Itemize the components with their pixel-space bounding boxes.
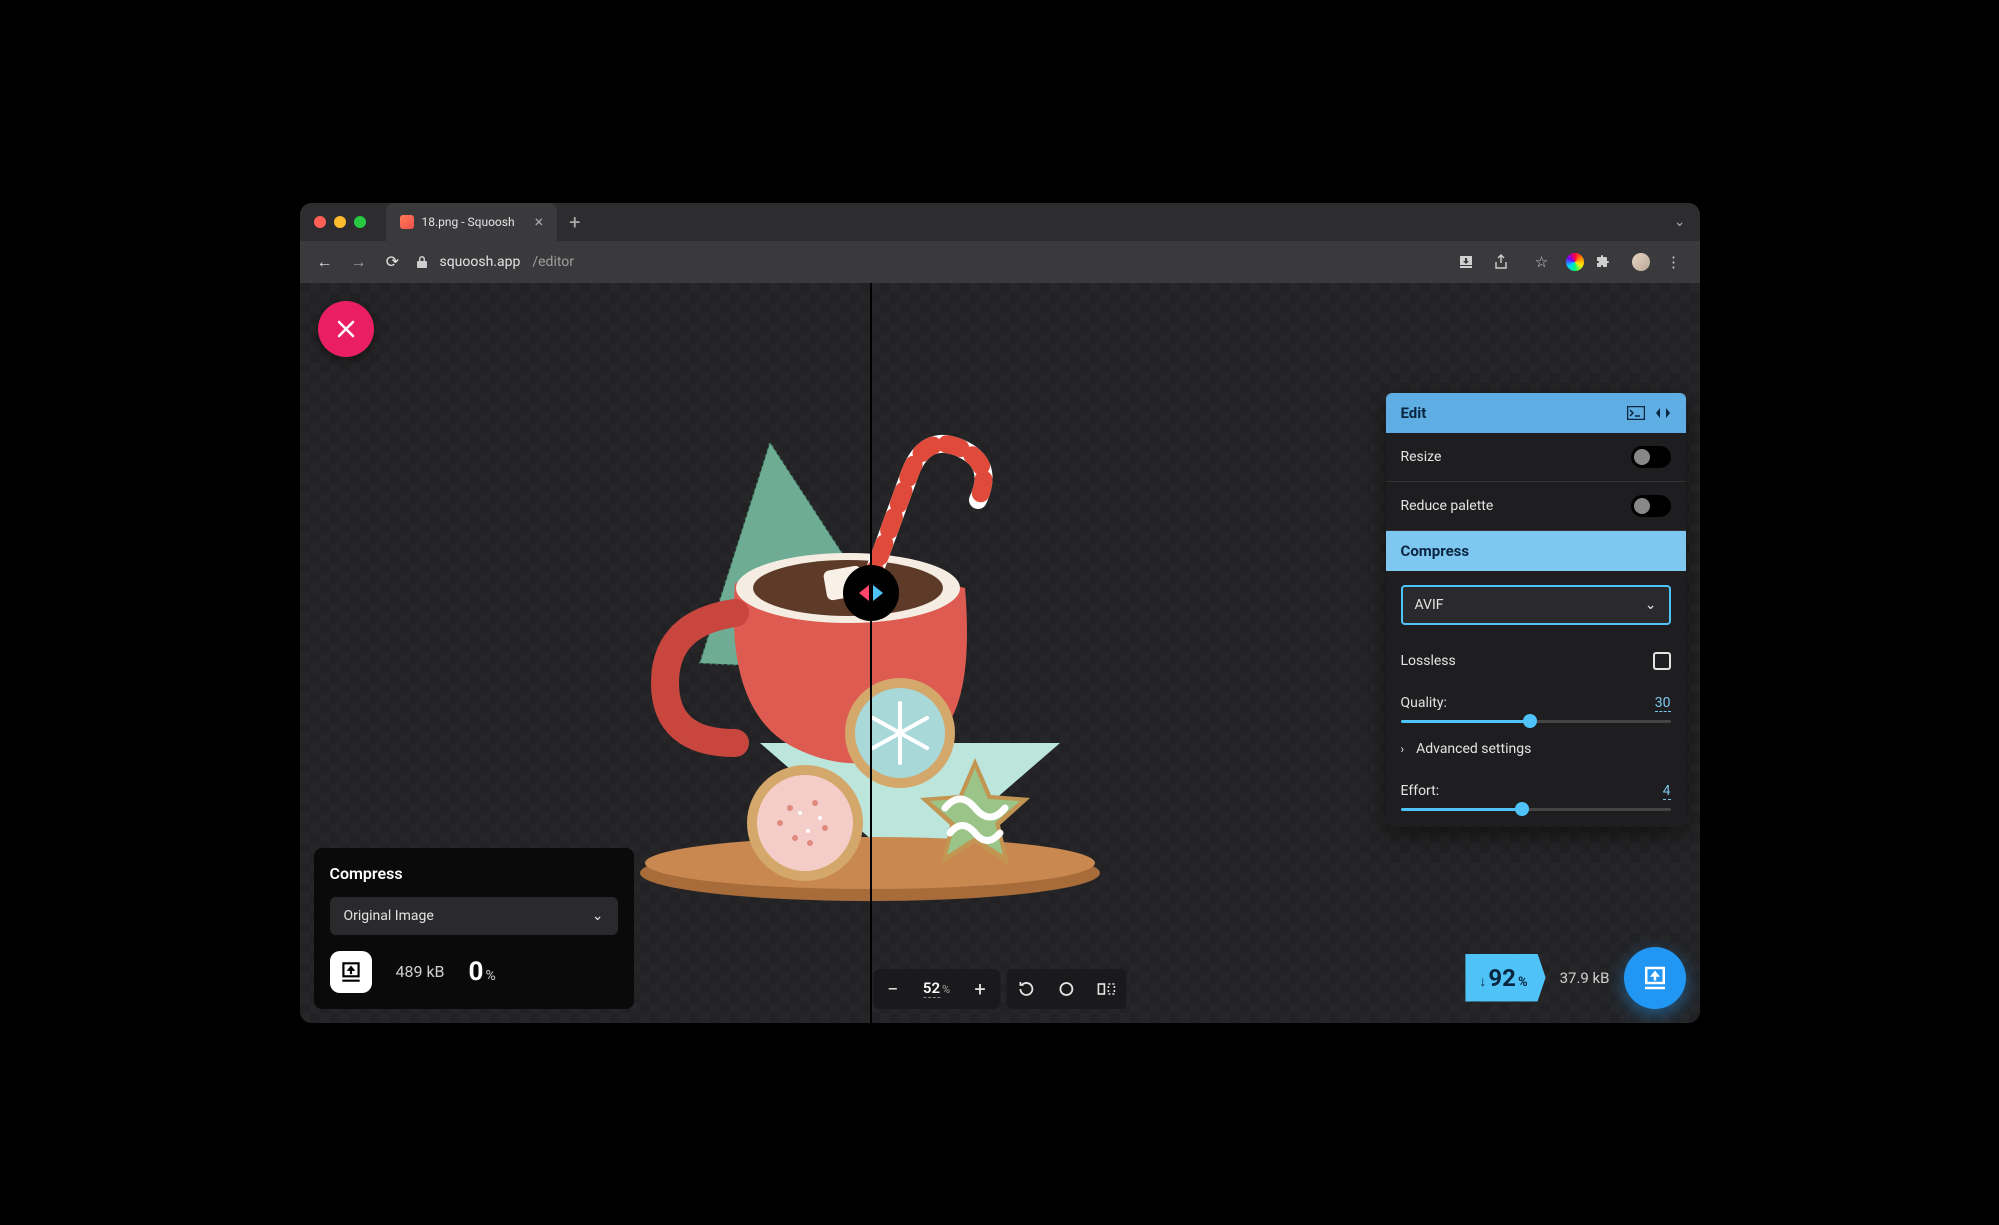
left-format-select[interactable]: Original Image ⌄ bbox=[330, 897, 618, 935]
install-app-icon[interactable] bbox=[1458, 254, 1482, 270]
reduce-palette-toggle[interactable] bbox=[1631, 495, 1671, 517]
zoom-group: − 52% + bbox=[873, 969, 1000, 1009]
flip-button[interactable] bbox=[1086, 969, 1126, 1009]
comparison-divider[interactable] bbox=[870, 283, 872, 1023]
minimize-window-button[interactable] bbox=[334, 216, 346, 228]
arrow-down-icon: ↓ bbox=[1479, 973, 1486, 990]
quality-label: Quality: bbox=[1401, 695, 1447, 712]
advanced-settings-toggle[interactable]: › Advanced settings bbox=[1386, 727, 1686, 771]
transform-group bbox=[1006, 969, 1126, 1009]
browser-menu-icon[interactable]: ⋮ bbox=[1662, 253, 1686, 271]
quality-value[interactable]: 30 bbox=[1655, 695, 1671, 712]
download-left-button[interactable] bbox=[330, 951, 372, 993]
right-format-select[interactable]: AVIF ⌄ bbox=[1401, 585, 1671, 625]
compress-section-header: Compress bbox=[1386, 531, 1686, 571]
effort-slider[interactable] bbox=[1401, 808, 1671, 811]
forward-button[interactable]: → bbox=[348, 252, 370, 272]
edit-section-header: Edit bbox=[1386, 393, 1686, 433]
right-file-size: 37.9 kB bbox=[1560, 969, 1610, 987]
lossless-checkbox[interactable] bbox=[1653, 652, 1671, 670]
back-button[interactable]: ← bbox=[314, 252, 336, 272]
favicon-icon bbox=[400, 215, 414, 229]
url-path[interactable]: /editor bbox=[532, 254, 574, 270]
left-panel-title: Compress bbox=[330, 864, 618, 883]
compress-title: Compress bbox=[1401, 542, 1470, 560]
effort-label: Effort: bbox=[1401, 783, 1440, 800]
terminal-icon[interactable] bbox=[1627, 406, 1645, 420]
maximize-window-button[interactable] bbox=[354, 216, 366, 228]
resize-label: Resize bbox=[1401, 449, 1442, 465]
divider-handle[interactable] bbox=[843, 565, 899, 621]
left-file-size: 489 kB bbox=[396, 962, 445, 981]
reduce-palette-row: Reduce palette bbox=[1386, 482, 1686, 531]
lossless-row: Lossless bbox=[1386, 639, 1686, 683]
effort-slider-row: Effort: 4 bbox=[1386, 771, 1686, 827]
new-tab-button[interactable]: + bbox=[557, 210, 592, 234]
extensions-icon[interactable] bbox=[1596, 254, 1620, 270]
profile-avatar[interactable] bbox=[1632, 253, 1650, 271]
right-download-area: ↓ 92 % 37.9 kB bbox=[1465, 947, 1685, 1009]
left-format-value: Original Image bbox=[344, 908, 434, 924]
titlebar: 18.png - Squoosh × + ⌄ bbox=[300, 203, 1700, 241]
browser-window: 18.png - Squoosh × + ⌄ ← → ⟳ squoosh.app… bbox=[300, 203, 1700, 1023]
swap-sides-icon[interactable] bbox=[1655, 406, 1671, 420]
chevron-down-icon: ⌄ bbox=[592, 908, 604, 924]
tab-strip: 18.png - Squoosh × + bbox=[386, 203, 593, 241]
reduce-palette-label: Reduce palette bbox=[1401, 498, 1494, 514]
background-toggle-button[interactable] bbox=[1046, 969, 1086, 1009]
edit-title: Edit bbox=[1401, 404, 1427, 422]
zoom-in-button[interactable]: + bbox=[960, 969, 1000, 1009]
bookmark-star-icon[interactable]: ☆ bbox=[1530, 253, 1554, 271]
share-icon[interactable] bbox=[1494, 254, 1518, 270]
rotate-button[interactable] bbox=[1006, 969, 1046, 1009]
quality-slider[interactable] bbox=[1401, 720, 1671, 723]
lossless-label: Lossless bbox=[1401, 653, 1456, 669]
browser-tab[interactable]: 18.png - Squoosh × bbox=[386, 203, 558, 241]
left-compress-panel: Compress Original Image ⌄ 489 kB 0% bbox=[314, 848, 634, 1009]
url-host[interactable]: squoosh.app bbox=[440, 254, 521, 270]
right-settings-panel: Edit Resize Reduce palette Compress AVIF… bbox=[1386, 393, 1686, 827]
advanced-label: Advanced settings bbox=[1416, 741, 1531, 757]
zoom-toolbar: − 52% + bbox=[873, 969, 1126, 1009]
window-controls bbox=[314, 216, 366, 228]
savings-value: 92 bbox=[1488, 964, 1516, 992]
lock-icon bbox=[416, 255, 428, 269]
url-bar: ← → ⟳ squoosh.app/editor ☆ ⋮ bbox=[300, 241, 1700, 283]
savings-badge: ↓ 92 % bbox=[1465, 954, 1545, 1002]
left-stats: 489 kB 0% bbox=[330, 951, 618, 993]
resize-row: Resize bbox=[1386, 433, 1686, 482]
chevron-right-icon: › bbox=[1401, 742, 1405, 756]
arrow-left-icon bbox=[859, 585, 869, 601]
reload-button[interactable]: ⟳ bbox=[382, 252, 404, 271]
zoom-value[interactable]: 52% bbox=[913, 979, 960, 998]
effort-value[interactable]: 4 bbox=[1663, 783, 1671, 800]
resize-toggle[interactable] bbox=[1631, 446, 1671, 468]
savings-unit: % bbox=[1518, 975, 1528, 990]
tab-title: 18.png - Squoosh bbox=[422, 215, 515, 229]
extension-icon-1[interactable] bbox=[1566, 253, 1584, 271]
quality-slider-row: Quality: 30 bbox=[1386, 683, 1686, 727]
download-right-button[interactable] bbox=[1624, 947, 1686, 1009]
close-tab-button[interactable]: × bbox=[535, 212, 544, 231]
arrow-right-icon bbox=[873, 585, 883, 601]
tabs-menu-button[interactable]: ⌄ bbox=[1674, 214, 1686, 230]
chevron-down-icon: ⌄ bbox=[1645, 597, 1657, 613]
right-format-value: AVIF bbox=[1415, 597, 1444, 613]
close-editor-button[interactable] bbox=[318, 301, 374, 357]
editor-content: Compress Original Image ⌄ 489 kB 0% Edit bbox=[300, 283, 1700, 1023]
zoom-out-button[interactable]: − bbox=[873, 969, 913, 1009]
left-savings: 0% bbox=[469, 957, 496, 987]
preview-image bbox=[580, 393, 1100, 913]
close-window-button[interactable] bbox=[314, 216, 326, 228]
